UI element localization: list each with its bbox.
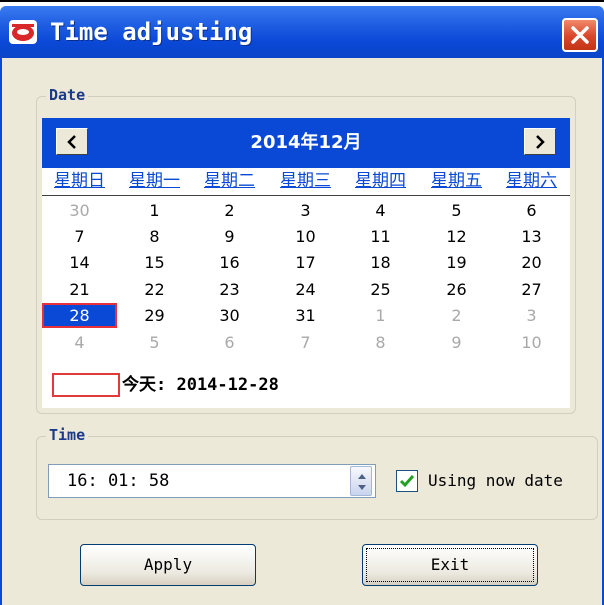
prev-month-button[interactable] [56, 128, 88, 155]
weekday-header[interactable]: 星期四 [343, 168, 418, 194]
day-cell[interactable]: 5 [117, 330, 192, 355]
day-cell[interactable]: 30 [192, 303, 267, 328]
day-cell[interactable]: 1 [117, 198, 192, 223]
date-group-label: Date [46, 86, 89, 104]
weekday-header[interactable]: 星期六 [494, 168, 569, 194]
chevron-right-icon [536, 135, 545, 149]
day-cell[interactable]: 8 [343, 330, 418, 355]
weekday-header[interactable]: 星期五 [419, 168, 494, 194]
using-now-date-checkbox[interactable] [396, 470, 418, 492]
day-cell[interactable]: 1 [343, 303, 418, 328]
day-cell[interactable]: 11 [343, 224, 418, 249]
day-cell[interactable]: 25 [343, 277, 418, 302]
exit-button-label: Exit [430, 555, 470, 574]
day-cell[interactable]: 30 [42, 198, 117, 223]
today-label[interactable]: 今天: 2014-12-28 [122, 371, 279, 399]
day-cell[interactable]: 6 [192, 330, 267, 355]
time-group-label: Time [46, 426, 89, 444]
day-cell[interactable]: 3 [268, 198, 343, 223]
checkmark-icon [399, 475, 415, 488]
calendar-month-label: 2014年12月 [250, 132, 362, 153]
day-cell[interactable]: 9 [192, 224, 267, 249]
using-now-date-label[interactable]: Using now date [428, 466, 563, 496]
day-cell[interactable]: 19 [419, 250, 494, 275]
day-cell[interactable]: 21 [42, 277, 117, 302]
close-button[interactable] [562, 18, 598, 52]
weekday-divider [42, 195, 570, 196]
apply-button-label: Apply [143, 555, 193, 574]
day-cell[interactable]: 24 [268, 277, 343, 302]
day-cell[interactable]: 18 [343, 250, 418, 275]
day-cell[interactable]: 4 [343, 198, 418, 223]
day-cell[interactable]: 14 [42, 250, 117, 275]
day-cell[interactable]: 29 [117, 303, 192, 328]
day-cell[interactable]: 5 [419, 198, 494, 223]
day-cell[interactable]: 16 [192, 250, 267, 275]
day-cell[interactable]: 26 [419, 277, 494, 302]
today-marker[interactable] [52, 373, 120, 397]
day-cell[interactable]: 7 [268, 330, 343, 355]
day-cell[interactable]: 27 [494, 277, 569, 302]
window-title: Time adjusting [50, 18, 253, 46]
day-cell[interactable]: 15 [117, 250, 192, 275]
day-cell[interactable]: 20 [494, 250, 569, 275]
time-input[interactable]: 16: 01: 58 [48, 464, 376, 498]
day-cell[interactable]: 17 [268, 250, 343, 275]
time-value: 16: 01: 58 [67, 471, 170, 491]
chevron-left-icon [67, 135, 76, 149]
exit-button[interactable]: Exit [362, 544, 538, 586]
day-cell[interactable]: 3 [494, 303, 569, 328]
time-spinner[interactable] [350, 466, 372, 496]
day-cell[interactable]: 6 [494, 198, 569, 223]
day-cell[interactable]: 10 [494, 330, 569, 355]
day-cell[interactable]: 4 [42, 330, 117, 355]
weekday-header[interactable]: 星期三 [268, 168, 343, 194]
app-icon [8, 18, 38, 46]
calendar: 2014年12月 星期日 星期一 星期二 星期三 星期四 星期五 星期六 30 1 2 3 4 5 6 7… [42, 118, 570, 408]
weekday-header[interactable]: 星期二 [192, 168, 267, 194]
day-cell[interactable]: 31 [268, 303, 343, 328]
day-cell[interactable]: 23 [192, 277, 267, 302]
day-cell[interactable]: 13 [494, 224, 569, 249]
close-icon [571, 26, 589, 44]
day-cell[interactable]: 2 [192, 198, 267, 223]
day-cell-selected[interactable]: 28 [42, 303, 117, 328]
calendar-header: 2014年12月 [42, 118, 570, 168]
day-cell[interactable]: 2 [419, 303, 494, 328]
apply-button[interactable]: Apply [80, 544, 256, 586]
day-cell[interactable]: 22 [117, 277, 192, 302]
day-cell[interactable]: 10 [268, 224, 343, 249]
frame-edge [0, 0, 604, 2]
spinner-icon [358, 474, 366, 490]
day-cell[interactable]: 12 [419, 224, 494, 249]
day-cell[interactable]: 9 [419, 330, 494, 355]
weekday-header[interactable]: 星期一 [117, 168, 192, 194]
weekday-header[interactable]: 星期日 [42, 168, 117, 194]
next-month-button[interactable] [524, 128, 556, 155]
title-bar[interactable]: Time adjusting [0, 6, 604, 58]
weekday-row: 星期日 星期一 星期二 星期三 星期四 星期五 星期六 [42, 168, 570, 194]
day-cell[interactable]: 7 [42, 224, 117, 249]
day-cell[interactable]: 8 [117, 224, 192, 249]
